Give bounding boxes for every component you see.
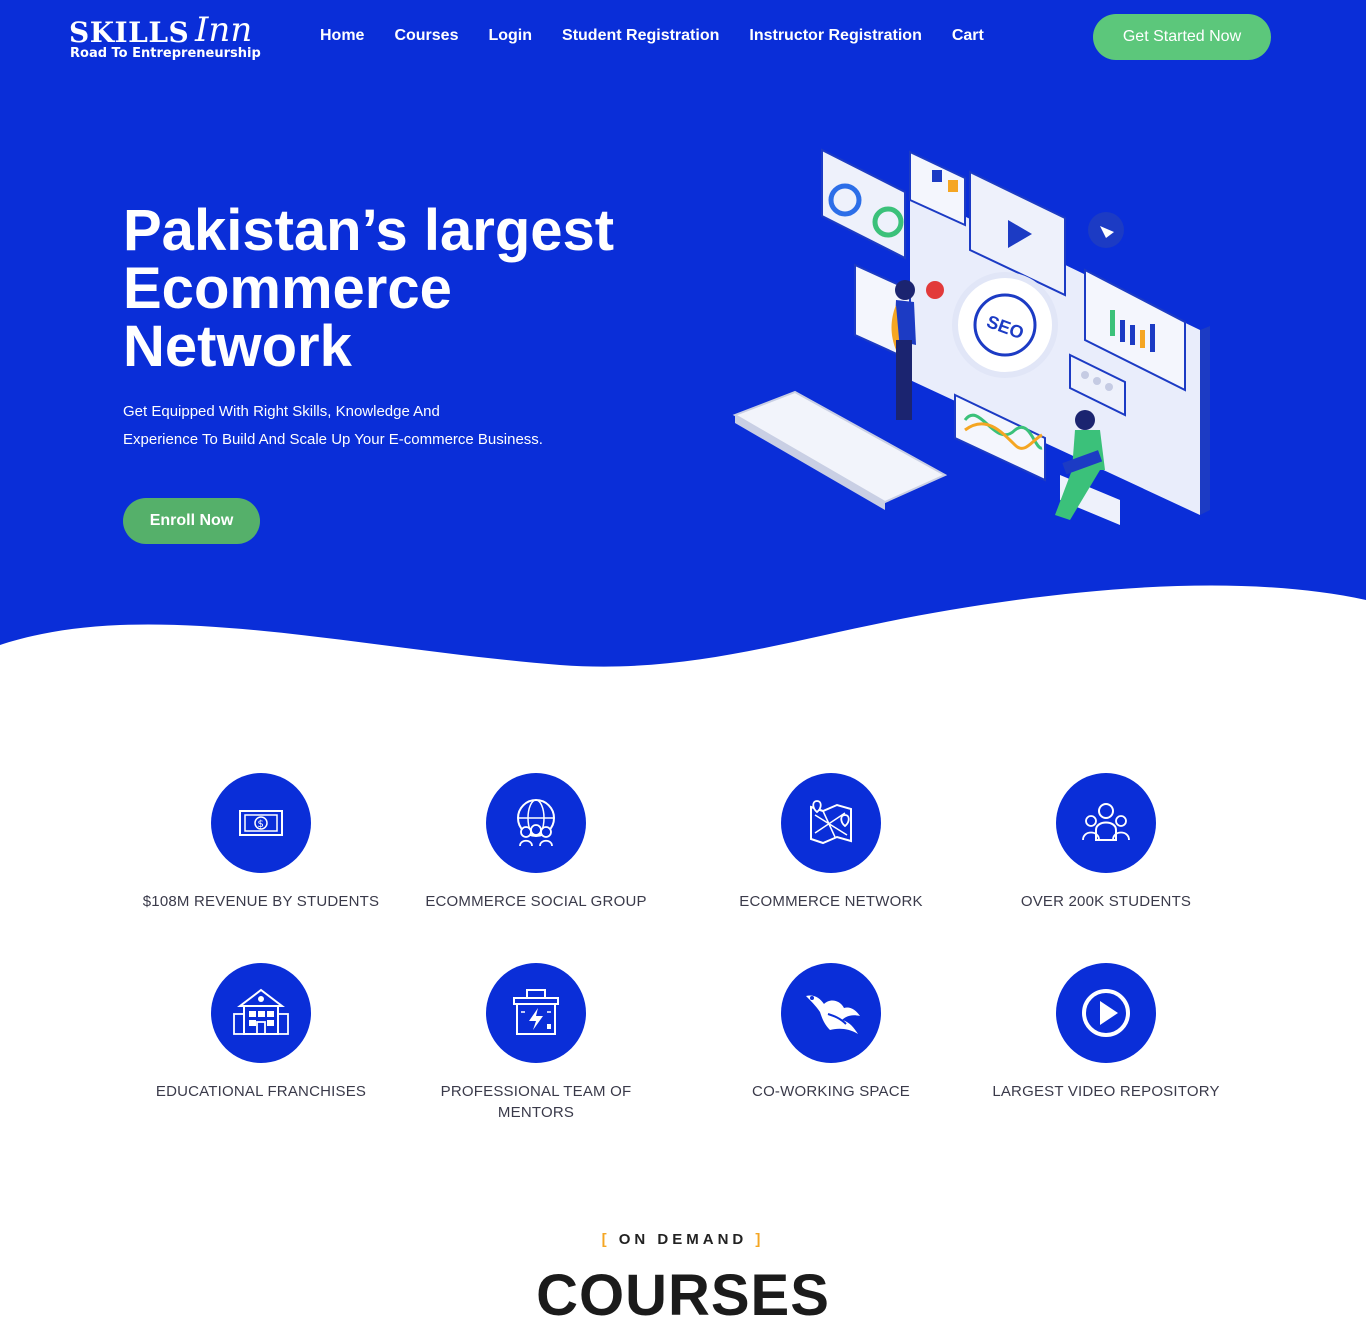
nav-home[interactable]: Home	[320, 27, 364, 45]
eyebrow-bracket: ]	[755, 1231, 765, 1248]
feature-label: OVER 200K STUDENTS	[1020, 893, 1192, 910]
hero-subtitle: Get Equipped With Right Skills, Knowledg…	[123, 398, 583, 454]
hero-title-line: Pakistan’s largest	[123, 198, 615, 263]
hero-title-line: Network	[123, 314, 352, 379]
toolbox-icon	[486, 963, 586, 1063]
eyebrow-bracket: [	[601, 1231, 611, 1248]
phoenix-icon	[781, 963, 881, 1063]
feature-label: $108M REVENUE BY STUDENTS	[142, 893, 380, 910]
feature-franchises: EDUCATIONAL FRANCHISES	[121, 963, 401, 1102]
money-icon: $	[211, 773, 311, 873]
feature-coworking: CO-WORKING SPACE	[691, 963, 971, 1102]
feature-label: ECOMMERCE NETWORK	[739, 893, 923, 910]
feature-label: LARGEST VIDEO REPOSITORY	[992, 1083, 1220, 1100]
main-nav: Home Courses Login Student Registration …	[320, 27, 1014, 45]
feature-video-repository: LARGEST VIDEO REPOSITORY	[966, 963, 1246, 1102]
building-icon	[211, 963, 311, 1063]
nav-student-registration[interactable]: Student Registration	[562, 27, 719, 45]
logo-brand-script: Inn	[195, 10, 253, 50]
hero-subtitle-line: Get Equipped With Right Skills, Knowledg…	[123, 403, 440, 420]
svg-text:$: $	[258, 819, 264, 830]
hero-section: SKILLS Inn Road To Entrepreneurship Home…	[0, 0, 1366, 670]
enroll-now-button[interactable]: Enroll Now	[123, 498, 260, 544]
hero-subtitle-line: Experience To Build And Scale Up Your E-…	[123, 431, 543, 448]
nav-cart[interactable]: Cart	[952, 27, 984, 45]
play-icon	[1056, 963, 1156, 1063]
hero-title: Pakistan’s largest Ecommerce Network	[123, 202, 683, 376]
feature-label: EDUCATIONAL FRANCHISES	[155, 1083, 367, 1100]
nav-instructor-registration[interactable]: Instructor Registration	[749, 27, 921, 45]
map-icon	[781, 773, 881, 873]
feature-students: OVER 200K STUDENTS	[966, 773, 1246, 912]
feature-social-group: ECOMMERCE SOCIAL GROUP	[396, 773, 676, 912]
section-title: COURSES	[536, 1263, 830, 1328]
nav-courses[interactable]: Courses	[394, 27, 458, 45]
globe-people-icon	[486, 773, 586, 873]
feature-revenue: $ $108M REVENUE BY STUDENTS	[121, 773, 401, 912]
students-icon	[1056, 773, 1156, 873]
logo-tagline: Road To Entrepreneurship	[70, 46, 261, 61]
hero-title-line: Ecommerce	[123, 256, 452, 321]
feature-mentors: PROFESSIONAL TEAM OF MENTORS	[396, 963, 676, 1123]
get-started-button[interactable]: Get Started Now	[1093, 14, 1271, 60]
site-logo[interactable]: SKILLS Inn Road To Entrepreneurship	[69, 10, 269, 66]
feature-network: ECOMMERCE NETWORK	[691, 773, 971, 912]
hero-illustration: SEO	[732, 148, 1210, 525]
feature-label: PROFESSIONAL TEAM OF MENTORS	[440, 1083, 632, 1121]
eyebrow-text: ON DEMAND	[618, 1231, 748, 1248]
logo-brand: SKILLS	[69, 16, 190, 49]
section-eyebrow: [ ON DEMAND ]	[0, 1231, 1366, 1248]
feature-label: ECOMMERCE SOCIAL GROUP	[425, 893, 647, 910]
nav-login[interactable]: Login	[488, 27, 532, 45]
feature-label: CO-WORKING SPACE	[752, 1083, 910, 1100]
